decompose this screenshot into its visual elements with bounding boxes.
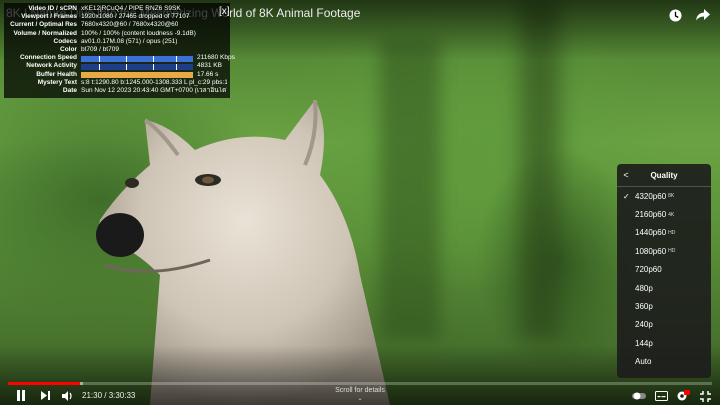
stats-label: Color (60, 46, 77, 54)
stats-row: Volume / Normalized 100% / 100% (content … (7, 30, 227, 38)
stats-row: Network Activity 4831 KB (7, 62, 227, 71)
stats-value: 1920x1080 / 27465 dropped of 77107 (81, 13, 190, 21)
stats-graph (81, 55, 193, 62)
back-icon[interactable]: < (617, 170, 635, 180)
share-icon[interactable] (694, 6, 712, 24)
quality-option[interactable]: 1440p60 HD (617, 224, 711, 242)
stats-label: Network Activity (26, 62, 77, 70)
video-player[interactable]: 8K | Nature Dive into the Mesmerizing Wo… (0, 0, 720, 405)
quality-option[interactable]: Auto (617, 353, 711, 371)
stats-label: Connection Speed (19, 54, 77, 62)
autoplay-toggle[interactable] (630, 388, 648, 404)
quality-option[interactable]: 720p60 (617, 261, 711, 279)
stats-label: Date (62, 87, 77, 95)
stats-value: 4831 KB (197, 62, 222, 70)
stats-graph (81, 64, 193, 71)
chevron-down-icon: ⌄ (357, 396, 363, 402)
stats-value: 100% / 100% (content loudness -9.1dB) (81, 29, 196, 37)
quality-badge: HD (668, 248, 676, 255)
stats-value: 17.66 s (197, 70, 219, 78)
quality-option-label: 360p (635, 302, 653, 312)
stats-row: Mystery Text s:8 t:1290.80 b:1245.000-130… (7, 79, 227, 87)
quality-menu[interactable]: < Quality ✓ 4320p60 8K 2160p60 4K 1440p60 HD 10… (617, 164, 711, 378)
quality-option[interactable]: 480p (617, 279, 711, 297)
quality-option-label: 1440p60 (635, 228, 667, 238)
quality-option-label: 2160p60 (635, 210, 667, 220)
stats-for-nerds-panel: Video ID / sCPN xKE12jRCuQ4 / PIPE RNZ6 S… (4, 3, 235, 98)
stats-row: Date Sun Nov 12 2023 20:43:40 GMT+0700 (เ… (7, 87, 227, 95)
progress-played (8, 382, 80, 385)
volume-icon[interactable] (58, 388, 76, 404)
quality-option-label: 240p (635, 320, 653, 330)
stats-label: Buffer Health (36, 70, 77, 78)
stats-value: s:8 t:1290.80 b:1245.000-1308.333 L pl_c… (81, 78, 227, 86)
stats-value: bt709 / bt709 (81, 46, 119, 54)
pause-icon[interactable] (12, 388, 30, 404)
quality-option[interactable]: 2160p60 4K (617, 205, 711, 223)
quality-option-label: Auto (635, 357, 652, 367)
subtitles-icon[interactable] (652, 388, 670, 404)
quality-option[interactable]: 1080p60 HD (617, 242, 711, 260)
quality-option-label: 1080p60 (635, 246, 667, 256)
scroll-for-details-hint[interactable]: Scroll for details ⌄ (320, 387, 400, 403)
next-icon[interactable] (36, 388, 54, 404)
stats-label: Viewport / Frames (21, 13, 77, 21)
stats-row: Viewport / Frames 1920x1080 / 27465 dropp… (7, 13, 227, 21)
fullscreen-exit-icon[interactable] (696, 388, 714, 404)
quality-option-label: 720p60 (635, 265, 662, 275)
quality-badge: HD (668, 229, 676, 236)
quality-badge: 8K (668, 193, 675, 200)
stats-label: Video ID / sCPN (28, 5, 77, 12)
stats-value: 211680 Kbps (197, 54, 235, 62)
progress-bar[interactable] (8, 382, 712, 385)
stats-row: Codecs av01.0.17M.08 (571) / opus (251) (7, 38, 227, 46)
stats-label: Mystery Text (37, 78, 77, 86)
gear-icon[interactable] (674, 388, 692, 404)
stats-label: Current / Optimal Res (10, 21, 77, 29)
stats-graph (81, 72, 193, 79)
scroll-hint-label: Scroll for details (335, 387, 385, 394)
quality-option[interactable]: 360p (617, 297, 711, 315)
stats-label: Codecs (53, 37, 77, 45)
stats-row: Video ID / sCPN xKE12jRCuQ4 / PIPE RNZ6 S… (7, 5, 227, 13)
stats-value: av01.0.17M.08 (571) / opus (251) (81, 37, 178, 45)
stats-value: 7680x4320@60 / 7680x4320@60 (81, 21, 179, 29)
quality-option-label: 4320p60 (635, 191, 667, 201)
quality-option[interactable]: 144p (617, 334, 711, 352)
quality-menu-header[interactable]: < Quality (617, 164, 711, 187)
stats-value: xKE12jRCuQ4 / PIPE RNZ6 S9SK (81, 5, 181, 12)
quality-option[interactable]: 240p (617, 316, 711, 334)
quality-option[interactable]: ✓ 4320p60 8K (617, 187, 711, 205)
stats-row: Color bt709 / bt709 (7, 46, 227, 54)
stats-label: Volume / Normalized (13, 29, 77, 37)
quality-option-label: 480p (635, 283, 653, 293)
quality-menu-title: Quality (650, 170, 678, 180)
stats-close-button[interactable]: [x] (219, 6, 230, 17)
quality-badge: 4K (668, 211, 675, 218)
stats-row: Buffer Health 17.66 s (7, 71, 227, 79)
clock-icon[interactable] (666, 6, 684, 24)
time-display: 21:30 / 3:30:33 (82, 391, 136, 400)
quality-option-label: 144p (635, 338, 653, 348)
check-icon: ✓ (623, 191, 630, 201)
stats-value: Sun Nov 12 2023 20:43:40 GMT+0700 (เวลาอ… (81, 87, 227, 95)
stats-row: Connection Speed 211680 Kbps (7, 54, 235, 62)
stats-row: Current / Optimal Res 7680x4320@60 / 7680… (7, 21, 227, 29)
